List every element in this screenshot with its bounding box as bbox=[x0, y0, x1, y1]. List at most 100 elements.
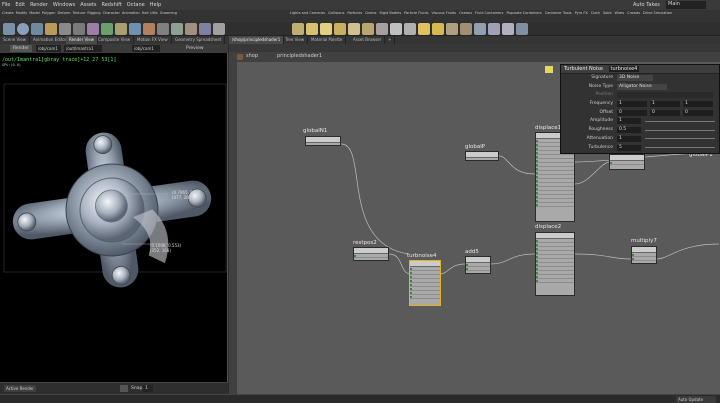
menu-redshift[interactable]: Redshift bbox=[101, 2, 121, 8]
snap-value-field[interactable]: 1 bbox=[143, 385, 153, 392]
shelf-tab-grains[interactable]: Grains bbox=[365, 11, 376, 21]
shelf-tab-crowds[interactable]: Crowds bbox=[627, 11, 640, 21]
tab-composite-view[interactable]: Composite View bbox=[95, 36, 135, 44]
switcher-icon[interactable] bbox=[502, 23, 514, 35]
shelf-tab-cloth[interactable]: Cloth bbox=[591, 11, 600, 21]
turbulence-field[interactable]: 5 bbox=[617, 144, 641, 151]
l-system-icon[interactable] bbox=[185, 23, 197, 35]
environment-light-icon[interactable] bbox=[390, 23, 402, 35]
shelf-tab-oceans[interactable]: Oceans bbox=[459, 11, 472, 21]
roughness-field[interactable]: 0.5 bbox=[617, 127, 641, 134]
snapshot-icon[interactable] bbox=[120, 385, 128, 392]
shelf-tab-wires[interactable]: Wires bbox=[614, 11, 624, 21]
shelf-tab-animation[interactable]: Animation bbox=[122, 11, 140, 21]
node-restpos2[interactable] bbox=[353, 247, 389, 261]
shelf-tab-create[interactable]: Create bbox=[2, 11, 14, 21]
node-hidden-behind-params[interactable] bbox=[609, 154, 645, 170]
shelf-tab-polygon[interactable]: Polygon bbox=[42, 11, 56, 21]
shelf-tab-conttools[interactable]: Container Tools bbox=[545, 11, 572, 21]
desktop-dropdown[interactable]: Main bbox=[666, 1, 706, 9]
node-multiply7[interactable] bbox=[631, 246, 657, 264]
node-globalP[interactable] bbox=[465, 151, 499, 161]
grid-tool-icon[interactable] bbox=[59, 23, 71, 35]
render-node-selector[interactable]: /out/Imantra1 bbox=[64, 45, 102, 52]
distant-light-icon[interactable] bbox=[376, 23, 388, 35]
sky-light-icon[interactable] bbox=[404, 23, 416, 35]
volume-light-icon[interactable] bbox=[362, 23, 374, 35]
torus-tool-icon[interactable] bbox=[45, 23, 57, 35]
param-node-name-field[interactable]: turbnoise4 bbox=[608, 66, 640, 72]
shelf-tab-rigging[interactable]: Rigging bbox=[87, 11, 100, 21]
line-tool-icon[interactable] bbox=[87, 23, 99, 35]
tab-shop-path[interactable]: /shop/principledshader1 bbox=[229, 36, 285, 44]
shelf-tab-modify[interactable]: Modify bbox=[16, 11, 28, 21]
node-displace-bottom[interactable] bbox=[535, 232, 575, 296]
tube-tool-icon[interactable] bbox=[31, 23, 43, 35]
noise-type-dropdown[interactable]: Alligator Noise bbox=[617, 83, 667, 90]
area-light-icon[interactable] bbox=[334, 23, 346, 35]
shelf-tab-lights[interactable]: Lights and Cameras bbox=[290, 11, 325, 21]
tab-tree-view[interactable]: Tree View bbox=[282, 36, 309, 44]
tab-scene-view[interactable]: Scene View bbox=[0, 36, 30, 44]
tab-material-palette[interactable]: Material Palette bbox=[308, 36, 347, 44]
shelf-tab-solid[interactable]: Solid bbox=[603, 11, 612, 21]
shelf-tab-model[interactable]: Model bbox=[29, 11, 40, 21]
node-globalN1[interactable] bbox=[305, 136, 341, 146]
portal-light-icon[interactable] bbox=[446, 23, 458, 35]
attenuation-slider[interactable] bbox=[645, 138, 715, 140]
shelf-tab-fluidcont[interactable]: Fluid Containers bbox=[475, 11, 503, 21]
spray-paint-icon[interactable] bbox=[143, 23, 155, 35]
offset-x-field[interactable]: 0 bbox=[617, 109, 647, 116]
circle-tool-icon[interactable] bbox=[101, 23, 113, 35]
offset-z-field[interactable]: 0 bbox=[683, 109, 713, 116]
tab-geometry-spreadsheet[interactable]: Geometry Spreadsheet bbox=[172, 36, 226, 44]
shelf-tab-collisions[interactable]: Collisions bbox=[328, 11, 344, 21]
camera-selector[interactable]: /obj/cam1 bbox=[36, 45, 61, 52]
camera-tool-icon[interactable] bbox=[292, 23, 304, 35]
amplitude-field[interactable]: 1 bbox=[617, 118, 641, 125]
ambient-light-icon[interactable] bbox=[460, 23, 472, 35]
sphere-tool-icon[interactable] bbox=[17, 23, 29, 35]
metaball-icon[interactable] bbox=[199, 23, 211, 35]
shelf-tab-vfluids[interactable]: Viscous Fluids bbox=[431, 11, 456, 21]
turbulence-slider[interactable] bbox=[645, 147, 715, 148]
shelf-tab-drive[interactable]: Drive Simulation bbox=[643, 11, 672, 21]
signature-dropdown[interactable]: 3D Noise bbox=[617, 75, 653, 81]
attenuation-field[interactable]: 1 bbox=[617, 135, 641, 142]
tab-render-view[interactable]: Render View bbox=[66, 36, 99, 44]
sticky-note-icon[interactable] bbox=[545, 66, 553, 73]
frequency-x-field[interactable]: 1 bbox=[617, 101, 647, 108]
node-add5[interactable] bbox=[465, 256, 491, 274]
camera-path-field[interactable]: /obj/cam1 bbox=[132, 45, 160, 52]
position-field[interactable] bbox=[617, 92, 713, 99]
vr-camera-icon[interactable] bbox=[488, 23, 500, 35]
tab-animation-editor[interactable]: Animation Editor bbox=[30, 36, 71, 44]
font-tool-icon[interactable] bbox=[157, 23, 169, 35]
shelf-tab-texture[interactable]: Texture bbox=[73, 11, 86, 21]
offset-y-field[interactable]: 0 bbox=[650, 109, 680, 116]
shelf-tab-hair[interactable]: Hair Utils bbox=[142, 11, 158, 21]
desktop-selector[interactable]: Auto Takes bbox=[633, 2, 660, 8]
gi-light-icon[interactable] bbox=[418, 23, 430, 35]
geometry-light-icon[interactable] bbox=[348, 23, 360, 35]
auto-update-button[interactable]: Auto Update bbox=[676, 396, 716, 403]
caustic-light-icon[interactable] bbox=[432, 23, 444, 35]
shelf-tab-deform[interactable]: Deform bbox=[58, 11, 71, 21]
point-light-icon[interactable] bbox=[306, 23, 318, 35]
frequency-y-field[interactable]: 1 bbox=[650, 101, 680, 108]
render-button[interactable]: Render bbox=[10, 45, 32, 52]
file-tool-icon[interactable] bbox=[213, 23, 225, 35]
shelf-tab-pfluids[interactable]: Particle Fluids bbox=[404, 11, 428, 21]
menu-assets[interactable]: Assets bbox=[80, 2, 96, 8]
menu-octane[interactable]: Octane bbox=[127, 2, 145, 8]
menu-file[interactable]: File bbox=[2, 2, 10, 8]
frequency-z-field[interactable]: 1 bbox=[683, 101, 713, 108]
shelf-tab-particles[interactable]: Particles bbox=[347, 11, 362, 21]
node-turbnoise4[interactable] bbox=[409, 260, 441, 306]
menu-help[interactable]: Help bbox=[150, 2, 161, 8]
amplitude-slider[interactable] bbox=[645, 120, 715, 122]
gamepad-camera-icon[interactable] bbox=[516, 23, 528, 35]
render-viewport[interactable] bbox=[0, 44, 228, 382]
null-tool-icon[interactable] bbox=[73, 23, 85, 35]
stereo-camera-icon[interactable] bbox=[474, 23, 486, 35]
